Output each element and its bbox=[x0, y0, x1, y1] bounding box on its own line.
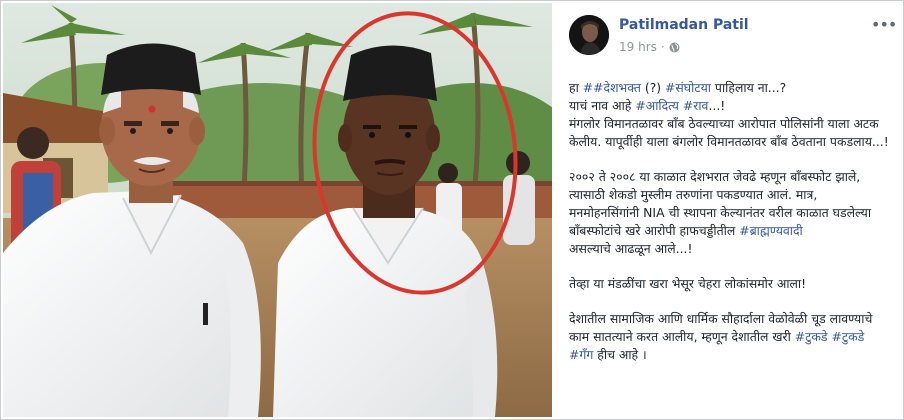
hashtag-rao[interactable]: #राव bbox=[683, 98, 709, 113]
paragraph-1: हा ##देशभक्त (?) #संघोटया पाहिलाय ना...?… bbox=[569, 79, 891, 151]
text-run: हा bbox=[569, 80, 583, 95]
paragraph-4: देशातील सामाजिक आणि धार्मिक सौहार्दाला व… bbox=[569, 310, 891, 364]
author-name[interactable]: Patilmadan Patil bbox=[619, 17, 749, 33]
hashtag-tukde-1[interactable]: #टुकडे bbox=[795, 329, 828, 344]
post-time[interactable]: 19 hrs bbox=[619, 40, 657, 54]
text-run: असल्याचे आढळून आले...! bbox=[569, 241, 693, 256]
more-options-icon[interactable]: ••• bbox=[871, 17, 897, 33]
paragraph-3: तेव्हा या मंडळींचा खरा भेसूर चेहरा लोकां… bbox=[569, 276, 807, 291]
text-run: हीच आहे । bbox=[593, 347, 647, 362]
text-run: पाहिलाय ना...? bbox=[710, 80, 787, 95]
hashtag-deshbhakt[interactable]: ##देशभक्त bbox=[583, 80, 641, 95]
post-text: हा ##देशभक्त (?) #संघोटया पाहिलाय ना...?… bbox=[569, 79, 891, 381]
text-run: याचं नाव आहे bbox=[569, 98, 636, 113]
post-photo[interactable] bbox=[3, 3, 552, 417]
hashtag-gang[interactable]: #गँग bbox=[569, 347, 593, 362]
hashtag-brahmanyavadi[interactable]: #ब्राह्मण्यवादी bbox=[739, 223, 803, 238]
post-meta: 19 hrs · bbox=[619, 40, 680, 54]
photo-illustration bbox=[3, 3, 552, 417]
avatar-image bbox=[569, 15, 609, 55]
hashtag-sanghotya[interactable]: #संघोटया bbox=[665, 80, 711, 95]
facebook-post-card: Patilmadan Patil 19 hrs · ••• हा ##देशभक… bbox=[0, 0, 904, 420]
globe-icon[interactable] bbox=[669, 42, 680, 53]
meta-separator: · bbox=[660, 40, 665, 54]
hashtag-tukde-2[interactable]: #टुकडे bbox=[831, 329, 864, 344]
hashtag-aditya[interactable]: #आदित्य bbox=[635, 98, 679, 113]
text-run: २००२ ते २००८ या काळात देशभरात जेवढे म्हण… bbox=[569, 169, 872, 238]
post-panel: Patilmadan Patil 19 hrs · ••• हा ##देशभक… bbox=[557, 3, 901, 417]
text-run: (?) bbox=[640, 80, 666, 95]
paragraph-2: २००२ ते २००८ या काळात देशभरात जेवढे म्हण… bbox=[569, 168, 891, 258]
author-avatar[interactable] bbox=[569, 15, 609, 55]
text-run: ...! bbox=[708, 98, 726, 113]
text-run: मंगलोर विमानतळावर बाँब ठेवल्याच्या आरोपा… bbox=[569, 116, 889, 149]
